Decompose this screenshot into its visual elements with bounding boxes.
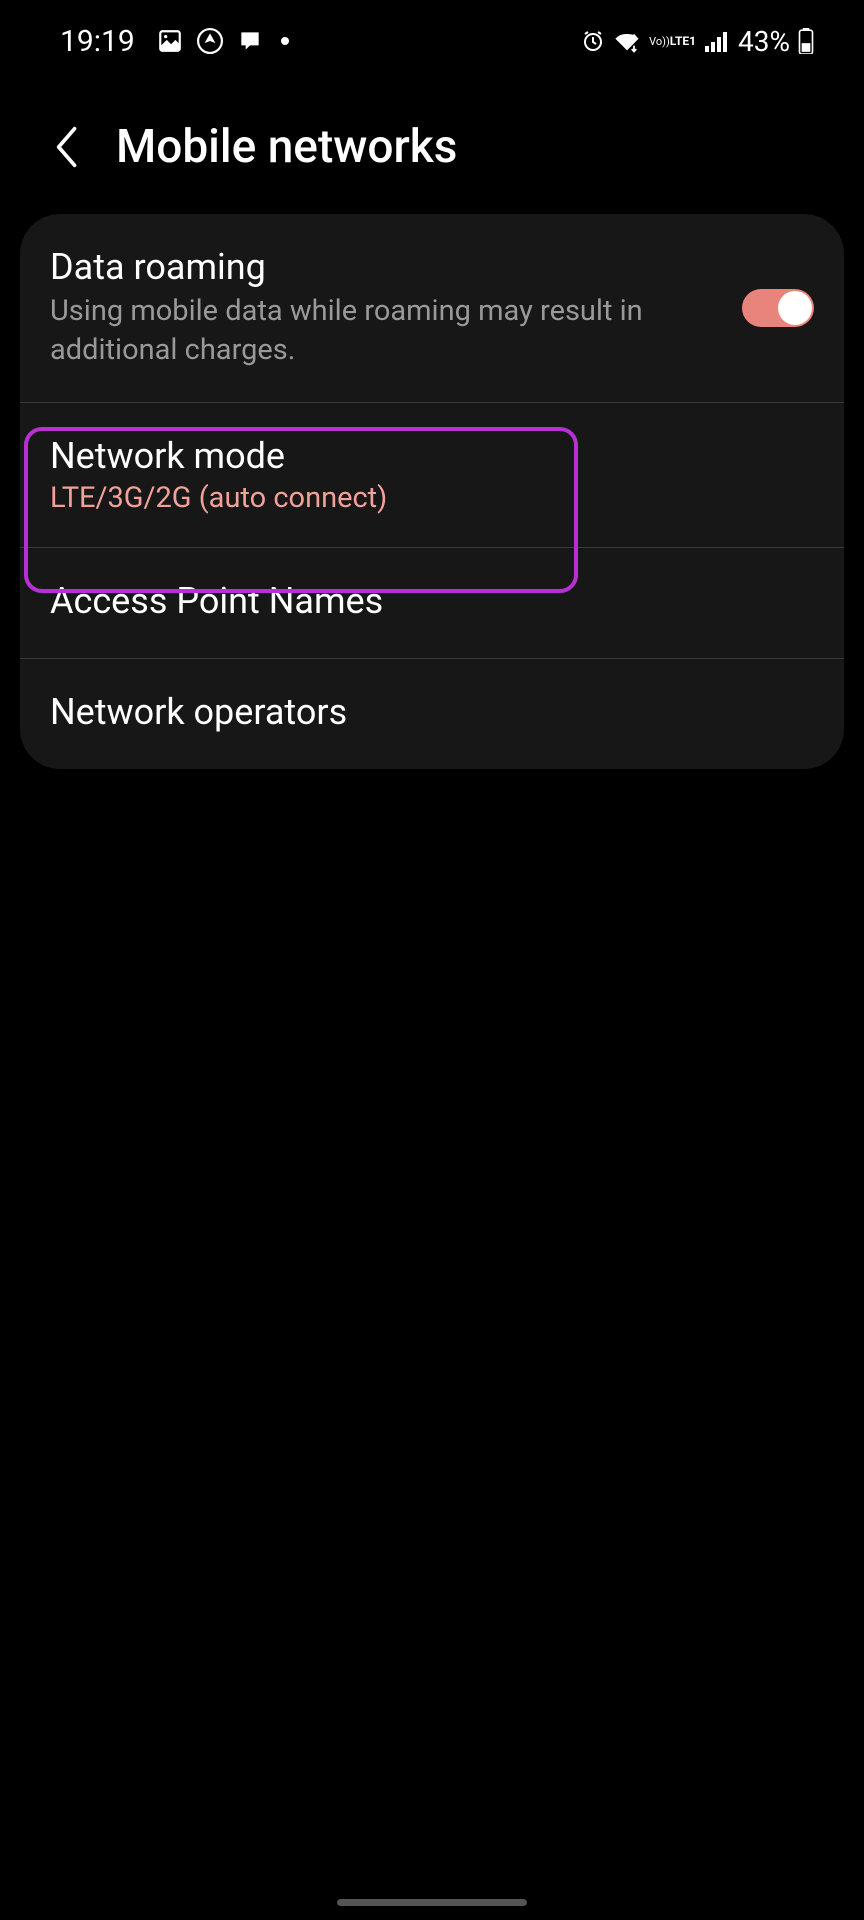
wifi-icon	[613, 29, 641, 53]
status-left: 19:19	[60, 24, 289, 59]
message-icon	[237, 28, 263, 54]
status-right: Vo)) LTE1 43%	[581, 25, 814, 58]
image-icon	[157, 28, 183, 54]
alarm-icon	[581, 29, 605, 53]
navigation-handle[interactable]	[337, 1899, 527, 1906]
back-button[interactable]	[46, 127, 86, 167]
status-time: 19:19	[60, 24, 135, 59]
network-operators-title: Network operators	[50, 691, 814, 733]
network-mode-value: LTE/3G/2G (auto connect)	[50, 481, 814, 515]
network-operators-item[interactable]: Network operators	[20, 659, 844, 769]
data-roaming-title: Data roaming	[50, 246, 722, 288]
data-roaming-toggle[interactable]	[742, 289, 814, 327]
settings-card: Data roaming Using mobile data while roa…	[20, 214, 844, 769]
network-mode-item[interactable]: Network mode LTE/3G/2G (auto connect)	[20, 403, 844, 548]
volte-icon: Vo)) LTE1	[649, 35, 696, 47]
status-bar: 19:19 Vo)) LTE1 43%	[0, 0, 864, 70]
network-operators-text: Network operators	[50, 691, 814, 737]
apn-text: Access Point Names	[50, 580, 814, 626]
toggle-knob	[778, 291, 812, 325]
chevron-left-icon	[52, 125, 80, 169]
apn-title: Access Point Names	[50, 580, 814, 622]
data-roaming-subtitle: Using mobile data while roaming may resu…	[50, 292, 722, 370]
network-mode-title: Network mode	[50, 435, 814, 477]
battery-percentage: 43%	[738, 25, 790, 58]
battery-icon	[798, 28, 814, 54]
update-icon	[197, 28, 223, 54]
data-roaming-text: Data roaming Using mobile data while roa…	[50, 246, 722, 370]
more-notifications-icon	[281, 37, 289, 45]
data-roaming-item[interactable]: Data roaming Using mobile data while roa…	[20, 214, 844, 403]
apn-item[interactable]: Access Point Names	[20, 548, 844, 659]
page-title: Mobile networks	[116, 120, 457, 174]
network-mode-text: Network mode LTE/3G/2G (auto connect)	[50, 435, 814, 515]
page-header: Mobile networks	[0, 70, 864, 214]
signal-icon	[704, 30, 728, 52]
